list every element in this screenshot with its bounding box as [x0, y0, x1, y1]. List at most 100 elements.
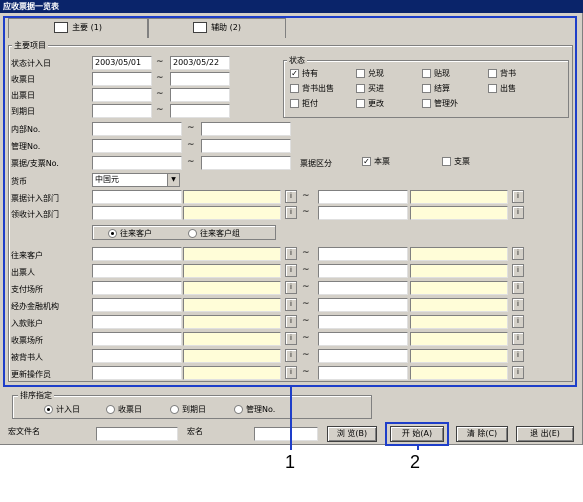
radio-client[interactable]: 往来客户: [108, 228, 152, 239]
status-checkbox-endorse-sold[interactable]: 背书出售: [290, 83, 334, 94]
client-to-code-input[interactable]: [318, 247, 408, 261]
bill-type-promissory-checkbox[interactable]: ✓ 本票: [362, 156, 390, 167]
radio-dot: [44, 405, 53, 414]
pay-place-from-code-input[interactable]: [92, 281, 182, 295]
client-from-lookup-button[interactable]: i: [285, 247, 297, 260]
updater-to-code-input[interactable]: [318, 366, 408, 380]
bill-dept-label: 票据计入部门: [11, 194, 59, 203]
bank-to-lookup-button[interactable]: i: [512, 298, 524, 311]
window-title: 应收票据一览表: [0, 0, 583, 13]
bank-to-code-input[interactable]: [318, 298, 408, 312]
account-from-code-input[interactable]: [92, 315, 182, 329]
checkbox-label: 出售: [500, 84, 516, 93]
status-date-to-input[interactable]: 2003/05/22: [170, 56, 230, 70]
bill-dept-from-code-input[interactable]: [92, 190, 182, 204]
issue-date-to-input[interactable]: [170, 88, 230, 102]
pay-place-to-lookup-button[interactable]: i: [512, 281, 524, 294]
receive-date-from-input[interactable]: [92, 72, 152, 86]
browse-button[interactable]: 浏 览(B): [327, 426, 377, 442]
issue-date-label: 出票日: [11, 91, 35, 100]
currency-select[interactable]: 中国元 ▼: [92, 173, 180, 187]
bank-from-code-input[interactable]: [92, 298, 182, 312]
drawer-to-code-input[interactable]: [318, 264, 408, 278]
due-date-to-input[interactable]: [170, 104, 230, 118]
status-checkbox-bought[interactable]: 买进: [356, 83, 384, 94]
sort-radio-due-date[interactable]: 到期日: [170, 404, 206, 415]
updater-from-lookup-button[interactable]: i: [285, 366, 297, 379]
currency-label: 货币: [11, 177, 27, 186]
updater-from-code-input[interactable]: [92, 366, 182, 380]
radio-client-group[interactable]: 往来客户组: [188, 228, 240, 239]
bill-no-from-input[interactable]: [92, 156, 182, 170]
internal-no-to-input[interactable]: [201, 122, 291, 136]
range-separator: ~: [187, 157, 195, 167]
exit-button[interactable]: 退 出(E): [516, 426, 574, 442]
endorser-to-code-input[interactable]: [318, 349, 408, 363]
macro-name-input[interactable]: [254, 427, 318, 441]
client-from-code-input[interactable]: [92, 247, 182, 261]
macro-name-label: 宏名: [187, 427, 203, 436]
pay-place-to-code-input[interactable]: [318, 281, 408, 295]
status-checkbox-out-of-mgmt[interactable]: 管理外: [422, 98, 458, 109]
status-checkbox-held[interactable]: ✓ 持有: [290, 68, 318, 79]
status-checkbox-sold[interactable]: 出售: [488, 83, 516, 94]
receive-place-to-code-input[interactable]: [318, 332, 408, 346]
account-to-code-input[interactable]: [318, 315, 408, 329]
account-to-lookup-button[interactable]: i: [512, 315, 524, 328]
bill-dept-to-lookup-button[interactable]: i: [512, 190, 524, 203]
issue-date-from-input[interactable]: [92, 88, 152, 102]
clear-button[interactable]: 清 除(C): [456, 426, 508, 442]
receive-place-from-code-input[interactable]: [92, 332, 182, 346]
collect-dept-from-code-input[interactable]: [92, 206, 182, 220]
status-date-from-input[interactable]: 2003/05/01: [92, 56, 152, 70]
receive-date-to-input[interactable]: [170, 72, 230, 86]
radio-label: 管理No.: [246, 405, 276, 414]
macro-file-input[interactable]: [96, 427, 178, 441]
radio-dot: [234, 405, 243, 414]
range-separator: ~: [302, 316, 310, 326]
bill-dept-to-code-input[interactable]: [318, 190, 408, 204]
status-checkbox-changed[interactable]: 更改: [356, 98, 384, 109]
status-checkbox-endorsed[interactable]: 背书: [488, 68, 516, 79]
internal-no-from-input[interactable]: [92, 122, 182, 136]
radio-dot: [108, 229, 117, 238]
checkbox-box: [422, 84, 431, 93]
receive-place-to-lookup-button[interactable]: i: [512, 332, 524, 345]
status-checkbox-settled[interactable]: 结算: [422, 83, 450, 94]
drawer-from-lookup-button[interactable]: i: [285, 264, 297, 277]
drawer-from-code-input[interactable]: [92, 264, 182, 278]
drawer-to-lookup-button[interactable]: i: [512, 264, 524, 277]
collect-dept-to-code-input[interactable]: [318, 206, 408, 220]
manage-no-from-input[interactable]: [92, 139, 182, 153]
bill-no-to-input[interactable]: [201, 156, 291, 170]
manage-no-to-input[interactable]: [201, 139, 291, 153]
checkbox-box: [422, 69, 431, 78]
account-from-lookup-button[interactable]: i: [285, 315, 297, 328]
due-date-from-input[interactable]: [92, 104, 152, 118]
status-checkbox-cashed[interactable]: 兑现: [356, 68, 384, 79]
sort-radio-date[interactable]: 计入日: [44, 404, 80, 415]
client-to-lookup-button[interactable]: i: [512, 247, 524, 260]
pay-place-from-lookup-button[interactable]: i: [285, 281, 297, 294]
range-separator: ~: [187, 123, 195, 133]
endorser-from-code-input[interactable]: [92, 349, 182, 363]
sort-radio-manage-no[interactable]: 管理No.: [234, 404, 275, 415]
status-checkbox-dishonored[interactable]: 拒付: [290, 98, 318, 109]
bill-dept-from-lookup-button[interactable]: i: [285, 190, 297, 203]
endorser-from-lookup-button[interactable]: i: [285, 349, 297, 362]
collect-dept-from-lookup-button[interactable]: i: [285, 206, 297, 219]
collect-dept-to-lookup-button[interactable]: i: [512, 206, 524, 219]
bank-from-lookup-button[interactable]: i: [285, 298, 297, 311]
updater-from-name-field: [183, 366, 281, 380]
highlight-frame-start: [385, 422, 449, 446]
updater-to-lookup-button[interactable]: i: [512, 366, 524, 379]
receive-date-label: 收票日: [11, 75, 35, 84]
pay-place-label: 支付场所: [11, 285, 43, 294]
range-separator: ~: [302, 207, 310, 217]
endorser-to-lookup-button[interactable]: i: [512, 349, 524, 362]
receive-place-from-lookup-button[interactable]: i: [285, 332, 297, 345]
status-checkbox-discounted[interactable]: 贴现: [422, 68, 450, 79]
sort-radio-receive-date[interactable]: 收票日: [106, 404, 142, 415]
range-separator: ~: [156, 57, 164, 67]
bill-type-check-checkbox[interactable]: 支票: [442, 156, 470, 167]
